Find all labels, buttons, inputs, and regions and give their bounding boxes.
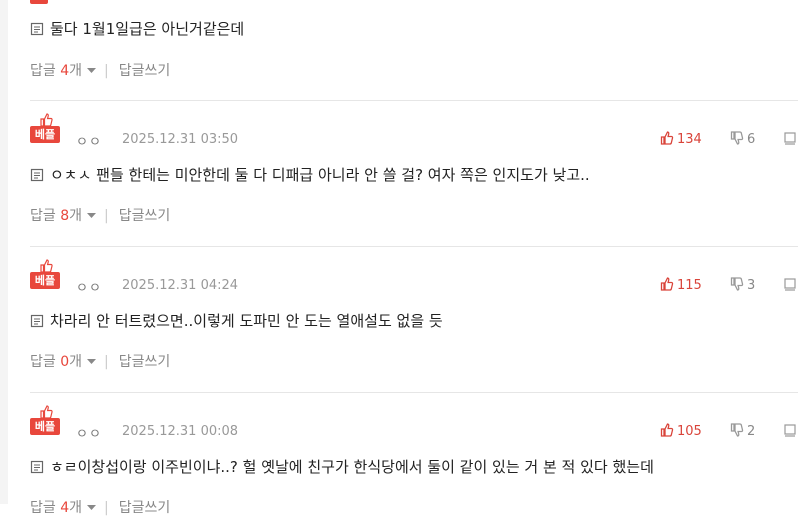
thumbs-up-icon (660, 131, 677, 147)
thumbs-up-icon (39, 404, 53, 419)
comment-list: 둘다 1월1일급은 아닌거같은데 답글 4개 | 답글쓰기 베플 ㅇㅇ 2025.1… (30, 0, 800, 516)
thumbs-down-icon (730, 277, 747, 293)
author-name[interactable]: ㅇㅇ (76, 423, 102, 442)
chevron-down-icon (87, 498, 97, 514)
reply-unit: 개 (69, 208, 83, 224)
comment-date: 2025.12.31 00:08 (122, 424, 239, 439)
best-label: 베플 (30, 272, 60, 289)
reply-toggle[interactable]: 답글 8개 (30, 206, 97, 224)
downvote-count: 6 (747, 132, 756, 147)
chevron-down-icon (87, 206, 97, 222)
report-button[interactable] (784, 131, 796, 149)
thumbs-up-icon (39, 112, 53, 127)
separator: | (104, 63, 109, 79)
reply-unit: 개 (69, 354, 83, 370)
comment-text-row: 차라리 안 터트렸으면..이렇게 도파민 안 도는 열애설도 없을 듯 (30, 310, 443, 332)
write-reply-link[interactable]: 답글쓰기 (119, 354, 171, 370)
comment-date: 2025.12.31 03:50 (122, 132, 239, 147)
author-name[interactable]: ㅇㅇ (76, 277, 102, 296)
downvote-button[interactable]: 6 (730, 131, 755, 147)
reply-bar: 답글 4개 | 답글쓰기 (30, 60, 170, 80)
best-label: 베플 (30, 418, 60, 435)
reply-toggle[interactable]: 답글 0개 (30, 352, 97, 370)
reply-count: 8 (60, 208, 70, 224)
divider (30, 100, 798, 101)
comment-text-row: ㅇㅊㅅ 팬들 한테는 미안한데 둘 다 디패급 아니라 안 쓸 걸? 여자 쪽은… (30, 164, 590, 186)
comment-text: 둘다 1월1일급은 아닌거같은데 (50, 20, 245, 38)
thumbs-up-icon (660, 423, 677, 439)
report-button[interactable] (784, 423, 796, 441)
reply-count: 4 (60, 63, 70, 79)
thumbs-up-icon (39, 258, 53, 273)
author-name[interactable]: ㅇㅇ (76, 131, 102, 150)
reply-toggle[interactable]: 답글 4개 (30, 61, 97, 79)
memo-icon (30, 22, 44, 40)
thumbs-down-icon (730, 131, 747, 147)
reply-count: 0 (60, 354, 70, 370)
chevron-down-icon (87, 61, 97, 77)
thumbs-up-icon (660, 277, 677, 293)
memo-icon (30, 168, 44, 186)
downvote-button[interactable]: 2 (730, 423, 755, 439)
thumbs-down-icon (730, 423, 747, 439)
best-comment-badge: 베플 (30, 112, 62, 146)
comment-text: 차라리 안 터트렸으면..이렇게 도파민 안 도는 열애설도 없을 듯 (50, 312, 443, 330)
write-reply-link[interactable]: 답글쓰기 (119, 63, 171, 79)
comment-text-row: ㅎㄹ이창섭이랑 이주빈이냐..? 헐 옛날에 친구가 한식당에서 둘이 같이 있… (30, 456, 654, 478)
divider (30, 392, 798, 393)
best-comment-badge: 베플 (30, 258, 62, 292)
downvote-button[interactable]: 3 (730, 277, 755, 293)
upvote-count: 115 (677, 278, 702, 293)
reply-label: 답글 (30, 208, 56, 224)
divider (30, 246, 798, 247)
best-label: 베플 (30, 126, 60, 143)
report-icon (784, 132, 796, 149)
best-comment-badge: 베플 (30, 404, 62, 438)
comment-date: 2025.12.31 04:24 (122, 278, 239, 293)
reply-label: 답글 (30, 63, 56, 79)
reply-unit: 개 (69, 63, 83, 79)
report-icon (784, 278, 796, 295)
comment-text-row: 둘다 1월1일급은 아닌거같은데 (30, 18, 244, 40)
chevron-down-icon (87, 352, 97, 368)
comment-text: ㅇㅊㅅ 팬들 한테는 미안한데 둘 다 디패급 아니라 안 쓸 걸? 여자 쪽은… (50, 166, 590, 184)
upvote-count: 105 (677, 424, 702, 439)
separator: | (104, 208, 109, 224)
upvote-count: 134 (677, 132, 702, 147)
upvote-button[interactable]: 105 (660, 423, 702, 439)
downvote-count: 3 (747, 278, 756, 293)
write-reply-link[interactable]: 답글쓰기 (119, 500, 171, 516)
write-reply-link[interactable]: 답글쓰기 (119, 208, 171, 224)
left-gutter (0, 0, 8, 504)
reply-bar: 답글 8개 | 답글쓰기 (30, 205, 170, 225)
reply-unit: 개 (69, 500, 83, 516)
reply-bar: 답글 0개 | 답글쓰기 (30, 351, 170, 371)
memo-icon (30, 460, 44, 478)
reply-toggle[interactable]: 답글 4개 (30, 498, 97, 516)
report-icon (784, 424, 796, 441)
downvote-count: 2 (747, 424, 756, 439)
separator: | (104, 354, 109, 370)
memo-icon (30, 314, 44, 332)
reply-bar: 답글 4개 | 답글쓰기 (30, 497, 170, 517)
report-button[interactable] (784, 277, 796, 295)
upvote-button[interactable]: 134 (660, 131, 702, 147)
comment-text: ㅎㄹ이창섭이랑 이주빈이냐..? 헐 옛날에 친구가 한식당에서 둘이 같이 있… (50, 458, 654, 476)
reply-label: 답글 (30, 500, 56, 516)
reply-count: 4 (60, 500, 70, 516)
separator: | (104, 500, 109, 516)
reply-label: 답글 (30, 354, 56, 370)
upvote-button[interactable]: 115 (660, 277, 702, 293)
